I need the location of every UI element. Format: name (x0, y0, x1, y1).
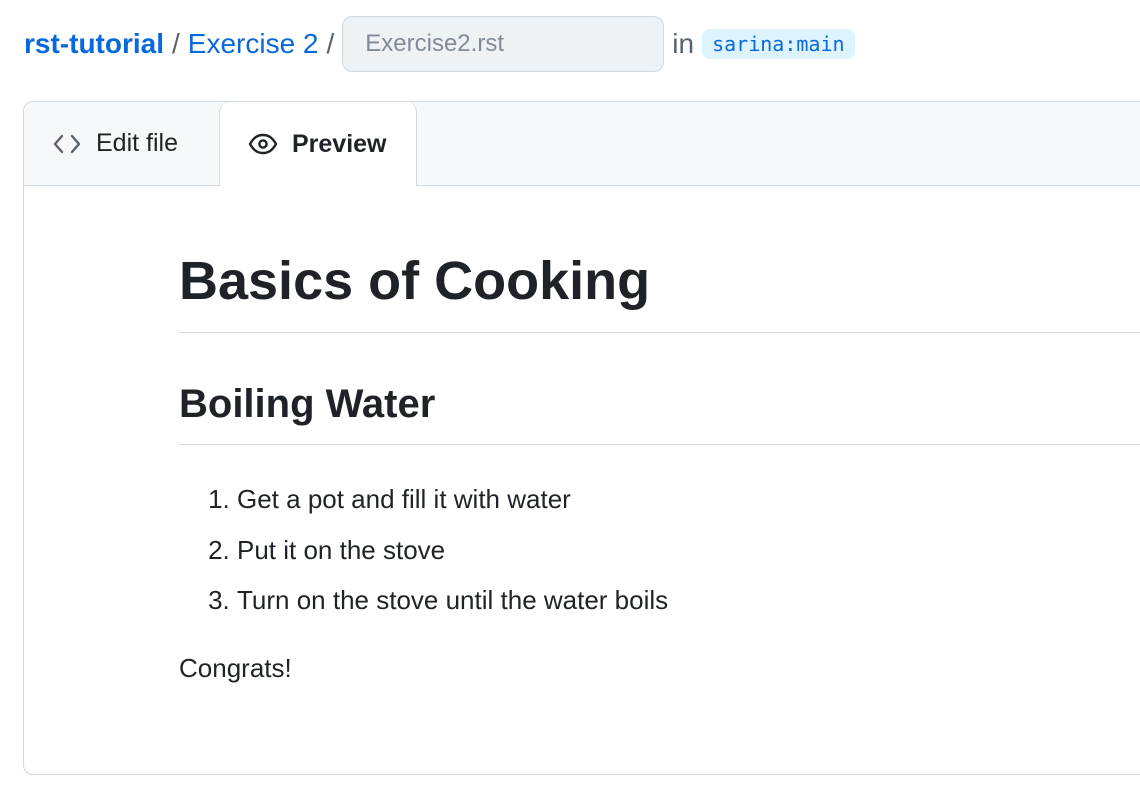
folder-link[interactable]: Exercise 2 (188, 28, 319, 60)
file-editor: Edit file Preview Basics of Cooking Boil… (23, 101, 1140, 775)
breadcrumb-separator: / (326, 28, 335, 59)
list-item: Put it on the stove (237, 525, 668, 576)
title-divider (179, 332, 1140, 333)
document-title: Basics of Cooking (179, 251, 651, 311)
breadcrumb: rst-tutorial / Exercise 2 / in sarina:ma… (24, 16, 855, 72)
editor-tabbar: Edit file Preview (24, 102, 1140, 186)
branch-badge: sarina:main (702, 29, 855, 59)
tab-edit-file[interactable]: Edit file (24, 102, 219, 185)
filename-input[interactable] (342, 16, 665, 72)
tab-preview[interactable]: Preview (219, 102, 417, 186)
section-heading: Boiling Water (179, 382, 436, 426)
breadcrumb-separator: / (172, 28, 180, 59)
rendered-preview: Basics of Cooking Boiling Water Get a po… (179, 186, 1140, 774)
repo-link[interactable]: rst-tutorial (24, 28, 164, 60)
code-brackets-icon (52, 129, 82, 159)
tab-preview-label: Preview (292, 129, 387, 158)
tab-edit-file-label: Edit file (96, 129, 178, 157)
steps-list: Get a pot and fill it with water Put it … (179, 474, 668, 626)
list-item: Turn on the stove until the water boils (237, 575, 668, 626)
eye-icon (248, 129, 278, 159)
branch-in-label: in (672, 28, 695, 59)
list-item: Get a pot and fill it with water (237, 474, 668, 525)
closing-paragraph: Congrats! (179, 653, 292, 683)
section-divider (179, 444, 1140, 445)
